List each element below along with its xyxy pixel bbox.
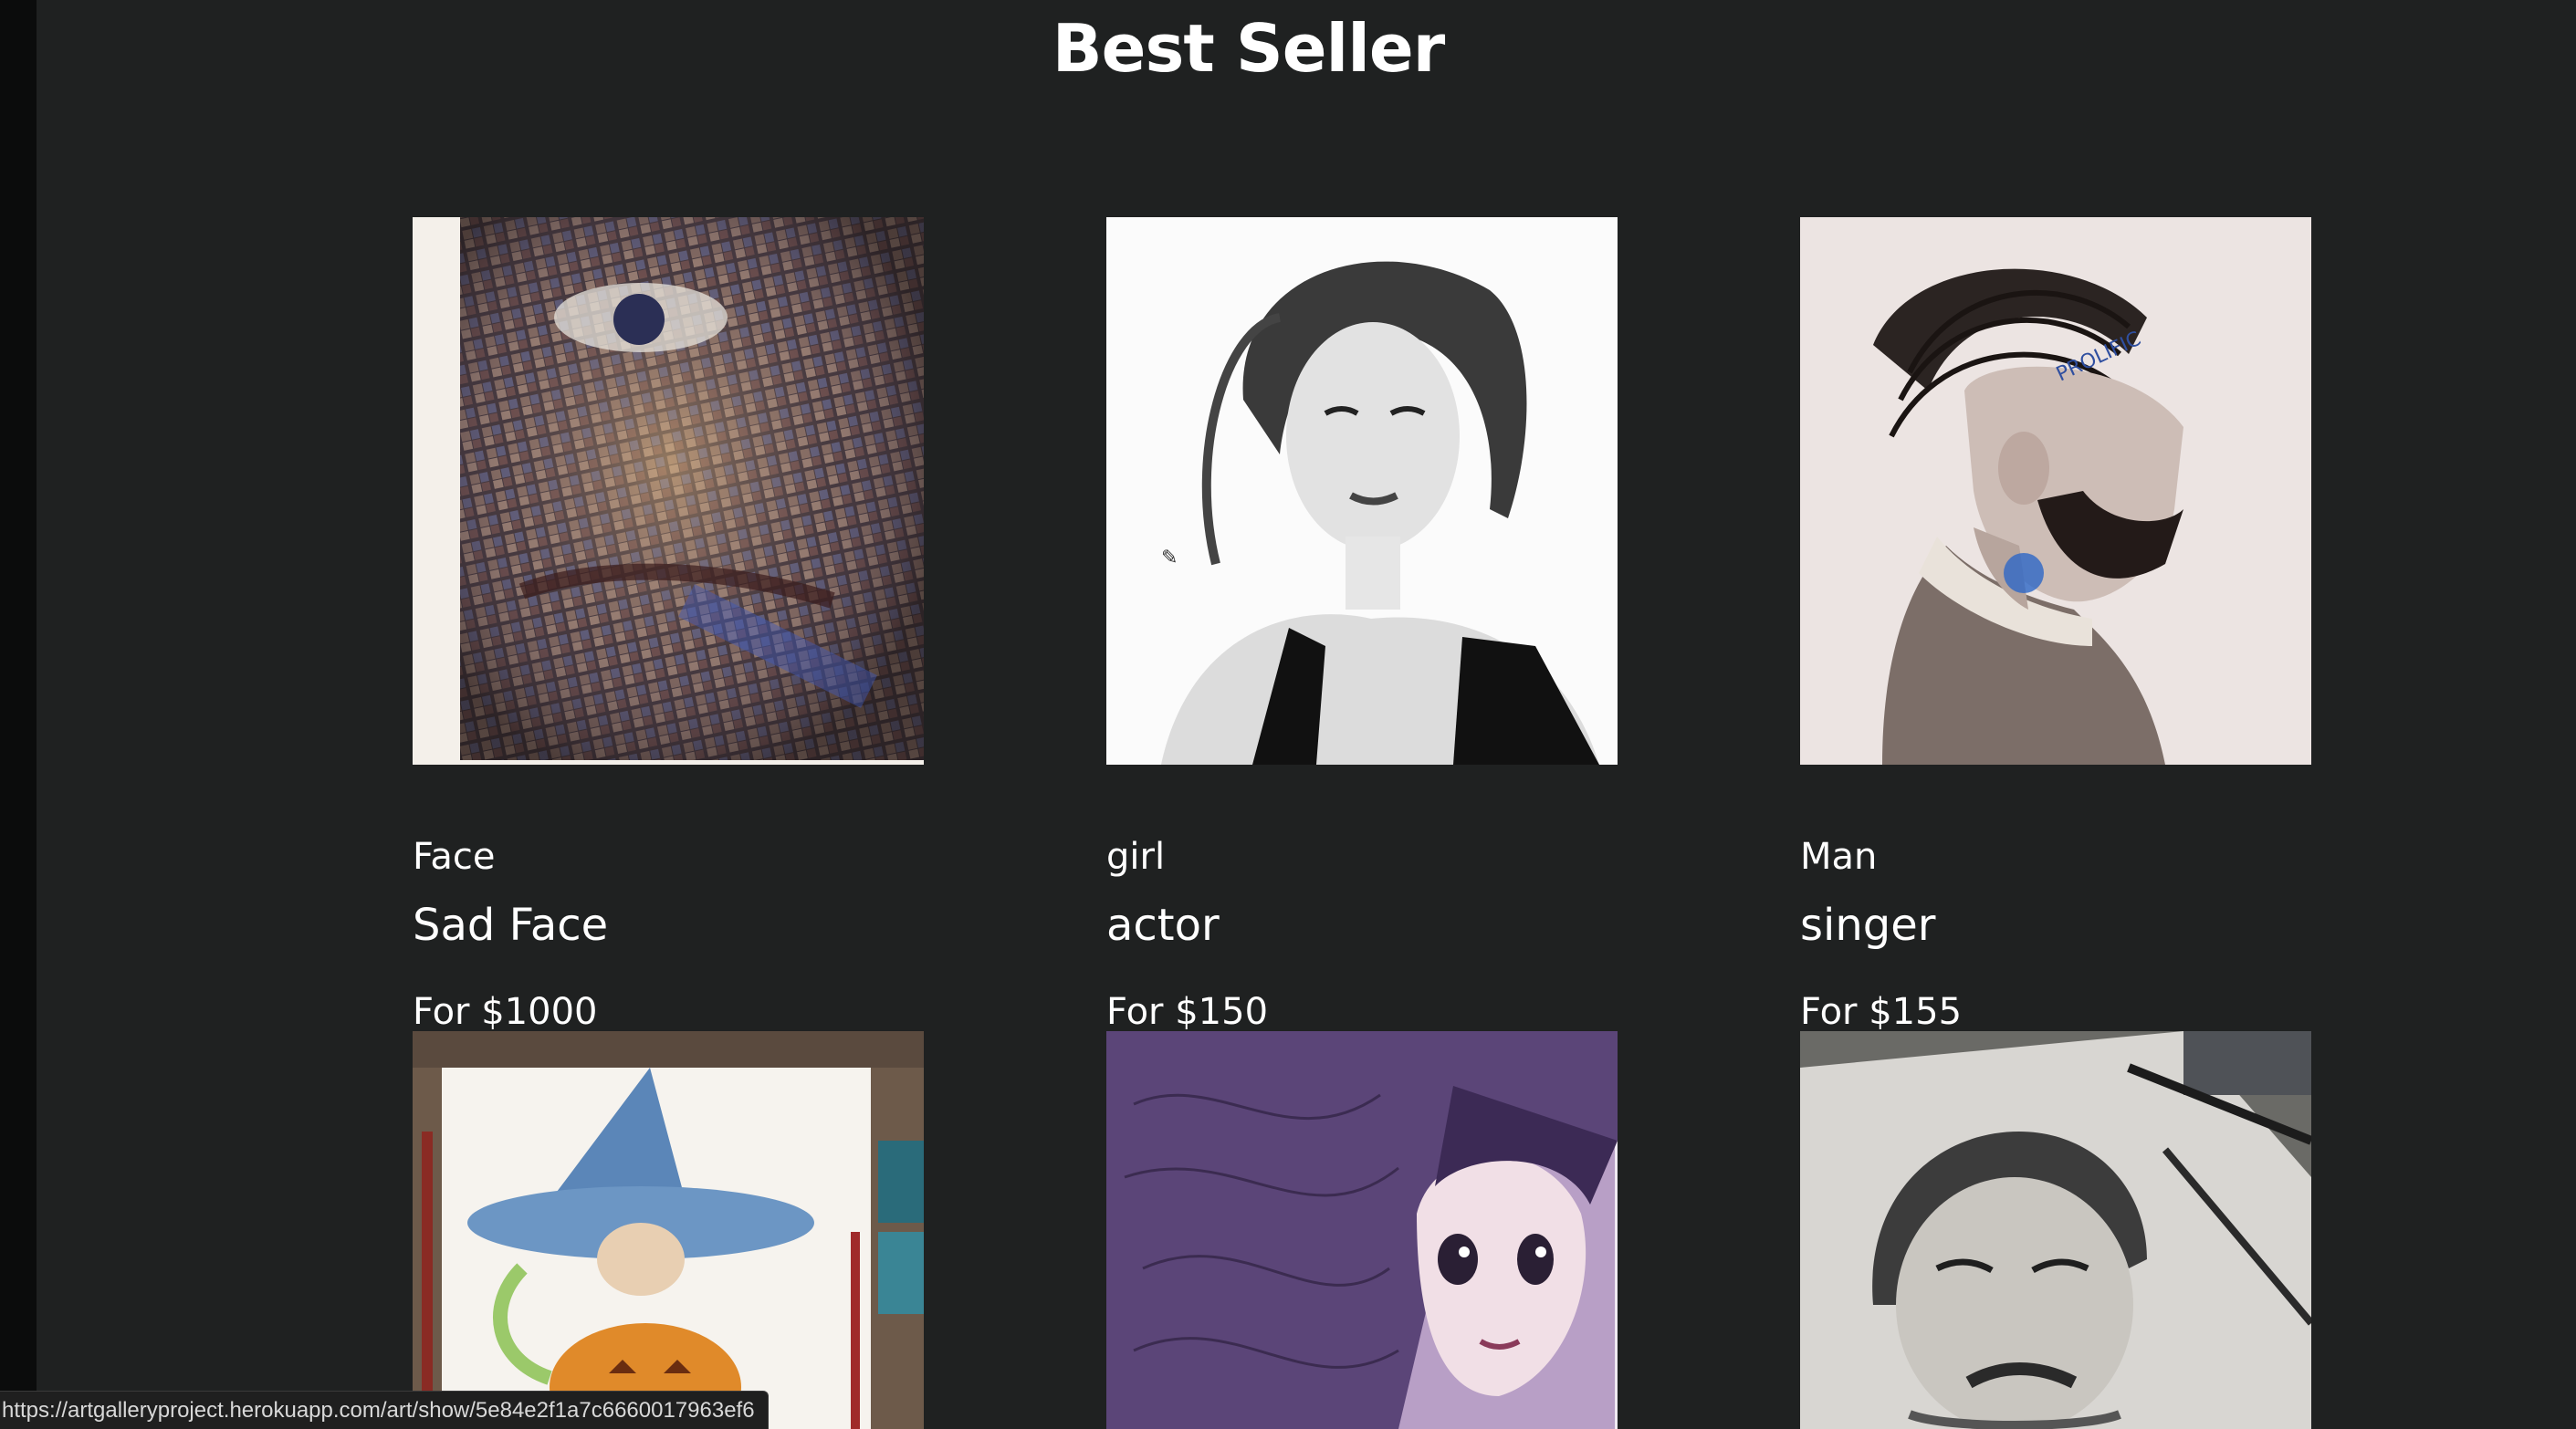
link-status-bar: https://artgalleryproject.herokuapp.com/… (0, 1391, 769, 1429)
artwork-title[interactable]: Sad Face (413, 898, 608, 953)
artwork-category: Face (413, 836, 496, 878)
artwork-image[interactable]: PROLIFIC (1800, 217, 2311, 765)
braided-man-portrait-artwork: PROLIFIC (1800, 217, 2311, 765)
page-title: Best Seller (1052, 10, 1445, 87)
artwork-price: For $1000 (413, 991, 598, 1033)
artwork-image[interactable] (1106, 1031, 1618, 1429)
svg-text:✎: ✎ (1161, 547, 1178, 569)
artwork-category: Man (1800, 836, 1878, 878)
mosaic-face-artwork (413, 217, 924, 765)
artwork-title[interactable]: actor (1106, 898, 1220, 953)
artwork-title[interactable]: singer (1800, 898, 1936, 953)
artwork-price: For $150 (1106, 991, 1269, 1033)
artwork-image[interactable] (1800, 1031, 2311, 1429)
artwork-image[interactable] (413, 1031, 924, 1429)
pencil-portrait-woman-artwork: ✎ (1106, 217, 1618, 765)
artwork-price: For $155 (1800, 991, 1963, 1033)
pencil-sketch-man-artwork (1800, 1031, 2311, 1429)
witch-watercolor-artwork (413, 1031, 924, 1429)
purple-girl-illustration-artwork (1106, 1031, 1618, 1429)
artwork-category: girl (1106, 836, 1166, 878)
best-seller-page: Best Seller Face Sad Face For $1000 ✎ gi… (37, 0, 2576, 1429)
artwork-image[interactable]: ✎ (1106, 217, 1618, 765)
artwork-image[interactable] (413, 217, 924, 765)
window-edge (0, 0, 37, 1429)
